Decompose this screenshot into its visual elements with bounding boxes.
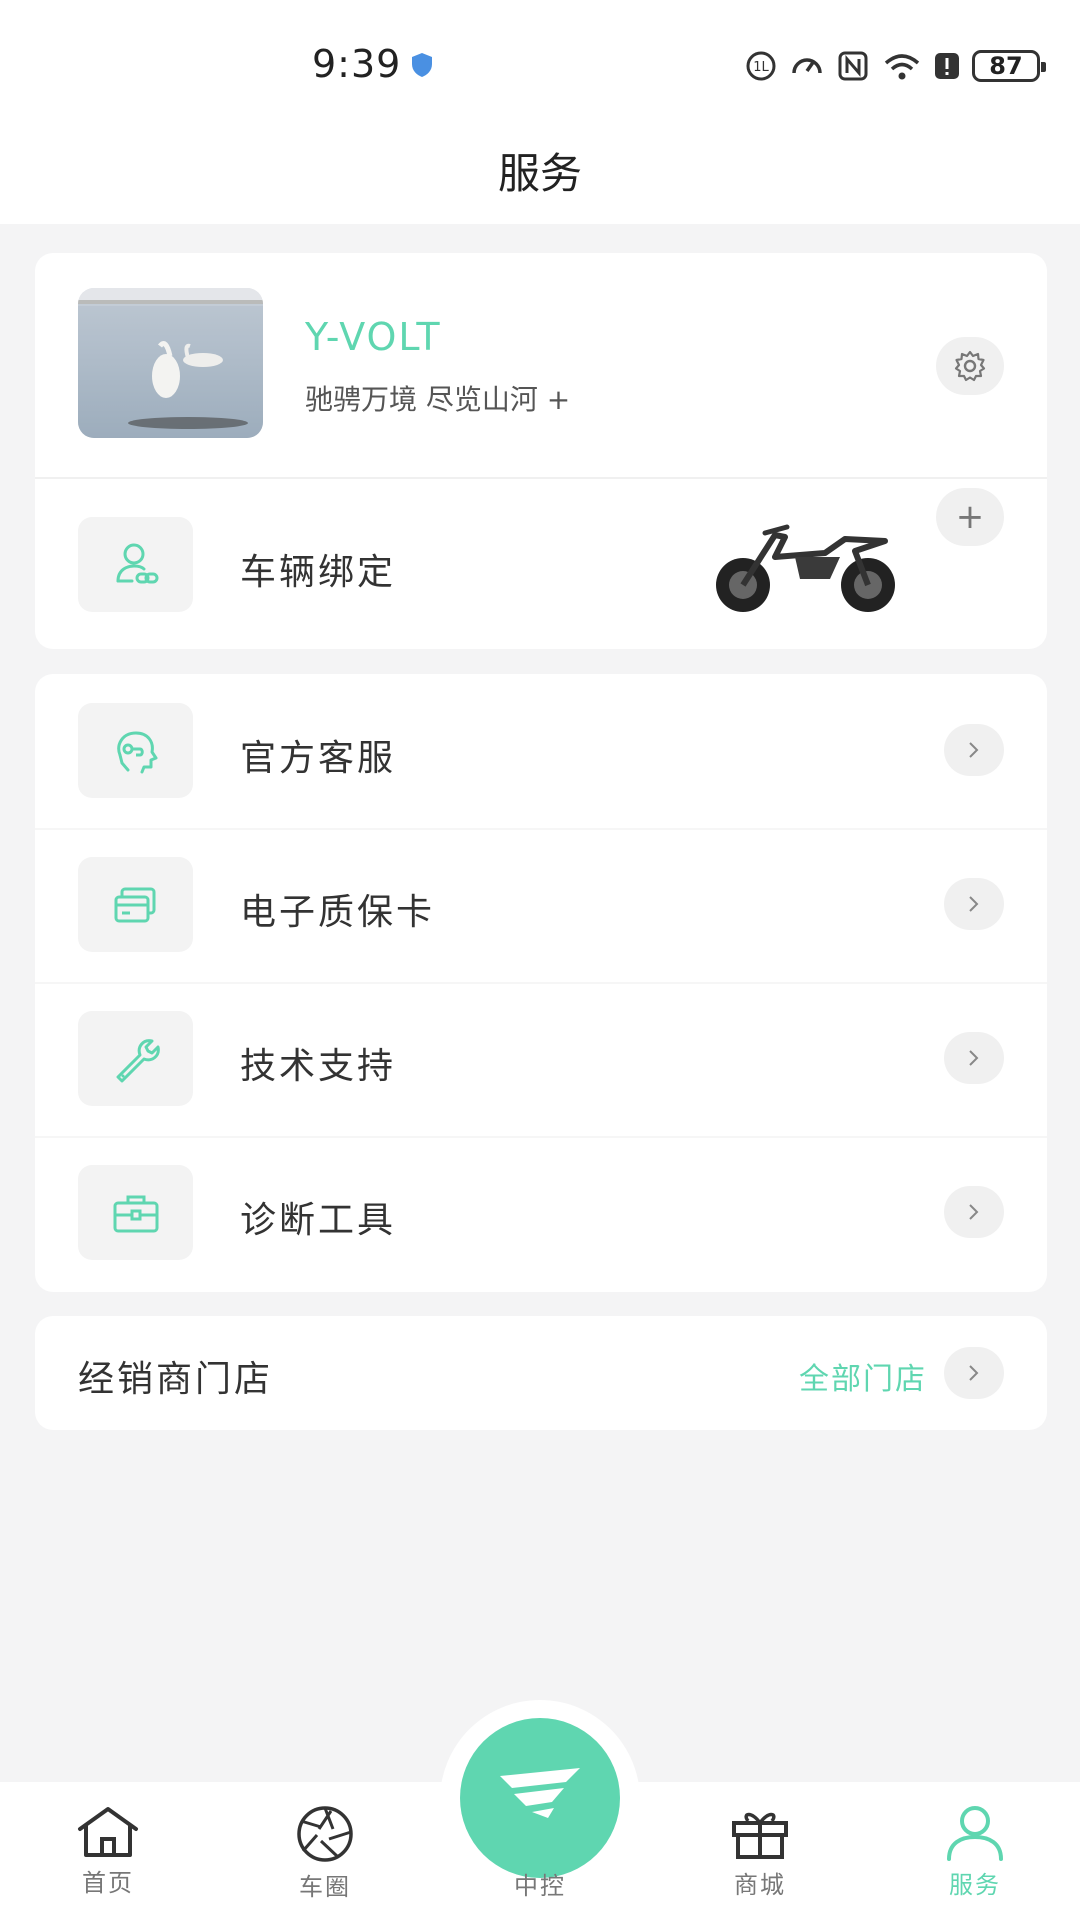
logo-icon xyxy=(500,1768,580,1818)
vehicle-bind-icon-box xyxy=(78,517,193,612)
center-control-button[interactable] xyxy=(460,1718,620,1878)
home-icon xyxy=(78,1807,138,1857)
wrench-icon xyxy=(116,1038,160,1082)
vehicle-bind-label[interactable]: 车辆绑定 xyxy=(240,543,396,595)
title-bar: 服务 xyxy=(0,130,1080,224)
row-divider xyxy=(35,828,1047,830)
tab-label: 商城 xyxy=(734,1871,786,1899)
chevron-right-icon[interactable] xyxy=(944,1186,1004,1238)
row-divider xyxy=(35,982,1047,984)
service-icon-box xyxy=(78,703,193,798)
headset-support-icon xyxy=(116,731,157,773)
tab-home[interactable]: 首页 xyxy=(48,1805,168,1898)
status-icons: 1L 87 xyxy=(744,46,1046,86)
services-card: 官方客服 电子质保卡 技术支持 诊断工具 xyxy=(35,674,1047,1292)
chevron-right-icon[interactable] xyxy=(944,724,1004,776)
svg-text:1L: 1L xyxy=(753,60,769,75)
dealer-label: 经销商门店 xyxy=(78,1359,274,1400)
chevron-right-icon[interactable] xyxy=(944,878,1004,930)
brand-slogan[interactable]: 驰骋万境 尽览山河 + xyxy=(305,378,570,418)
shield-icon xyxy=(412,53,432,77)
data-saver-icon: 1L xyxy=(746,51,776,81)
nfc-icon xyxy=(838,51,868,81)
service-label: 诊断工具 xyxy=(240,1200,397,1241)
page-title: 服务 xyxy=(497,149,582,198)
profile-card: Y-VOLT 驰骋万境 尽览山河 + 车辆绑定 + xyxy=(35,253,1047,649)
service-label: 技术支持 xyxy=(240,1046,397,1087)
tab-center-label: 中控 xyxy=(514,1872,566,1900)
all-stores-link[interactable]: 全部门店 xyxy=(799,1354,927,1398)
card-divider xyxy=(35,477,1047,479)
alert-icon xyxy=(935,53,959,79)
service-label: 官方客服 xyxy=(240,738,397,779)
user-link-icon xyxy=(116,543,158,583)
add-vehicle-button[interactable]: + xyxy=(936,488,1004,546)
card-icon xyxy=(114,887,155,922)
service-icon-box xyxy=(78,1165,193,1260)
gear-icon xyxy=(954,350,986,382)
wifi-icon xyxy=(884,54,920,80)
person-icon xyxy=(947,1806,1003,1861)
chevron-right-icon[interactable] xyxy=(944,1032,1004,1084)
service-label: 电子质保卡 xyxy=(240,892,436,933)
swan-photo xyxy=(78,288,263,438)
service-icon-box xyxy=(78,857,193,952)
avatar[interactable] xyxy=(78,288,263,438)
settings-button[interactable] xyxy=(936,337,1004,395)
battery-indicator: 87 xyxy=(972,50,1046,82)
speedometer-icon xyxy=(792,58,822,74)
toolbox-icon xyxy=(113,1195,158,1232)
tab-label: 服务 xyxy=(949,1871,1001,1899)
tab-circle[interactable]: 车圈 xyxy=(265,1805,385,1902)
aperture-icon xyxy=(297,1806,353,1862)
tab-label: 首页 xyxy=(82,1869,134,1897)
service-icon-box xyxy=(78,1011,193,1106)
brand-name: Y-VOLT xyxy=(305,315,442,359)
motorcycle-image xyxy=(716,524,895,612)
chevron-right-icon[interactable] xyxy=(944,1347,1004,1399)
status-bar: 9:39 1L 87 xyxy=(0,0,1080,130)
tab-service[interactable]: 服务 xyxy=(915,1805,1035,1900)
tab-mall[interactable]: 商城 xyxy=(700,1805,820,1900)
gift-icon xyxy=(732,1812,788,1859)
status-time: 9:39 xyxy=(312,42,402,86)
row-divider xyxy=(35,1136,1047,1138)
tab-label: 车圈 xyxy=(299,1873,351,1901)
dealer-card: 经销商门店 全部门店 xyxy=(35,1316,1047,1430)
